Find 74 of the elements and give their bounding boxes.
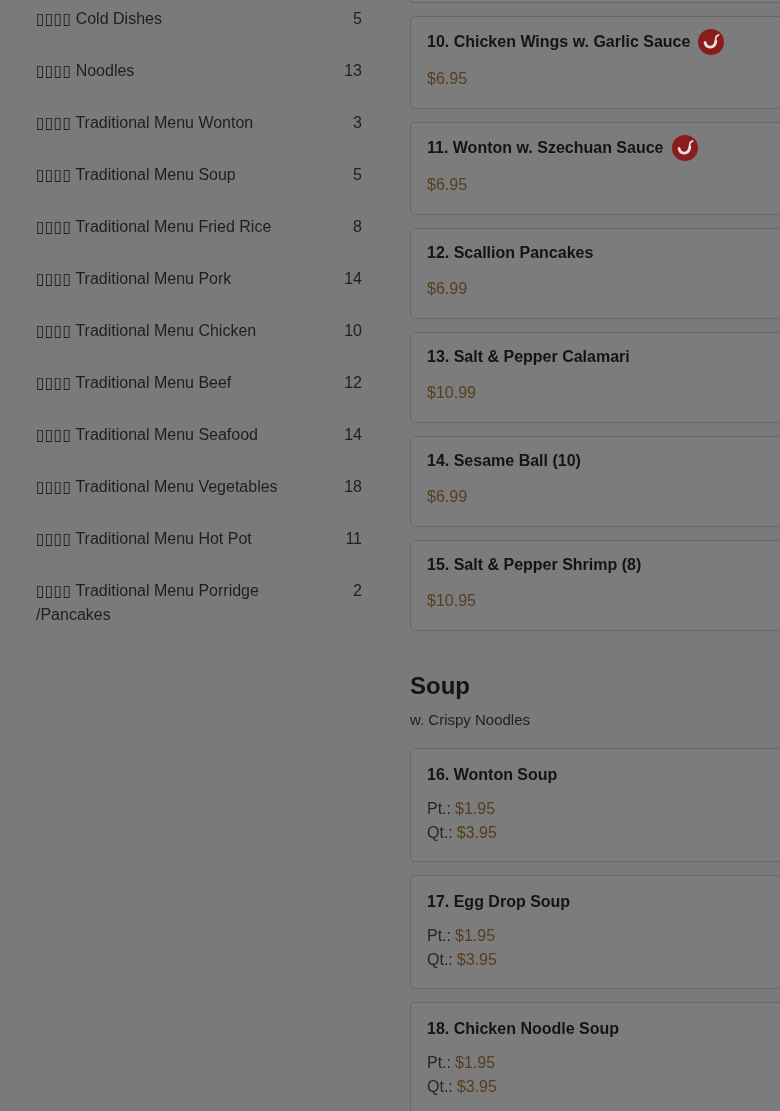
price: $10.99: [427, 383, 476, 403]
category-name: ▯▯▯▯ Traditional Menu Pork: [36, 269, 232, 289]
section-subtitle: w. Crispy Noodles: [410, 710, 531, 730]
menu-item-card[interactable]: 16. Wonton Soup Pt.: $1.95 Qt.: $3.95: [410, 748, 780, 862]
size-label: Pt.:: [427, 926, 451, 946]
menu-item-card[interactable]: 13. Salt & Pepper Calamari $10.99: [410, 332, 780, 423]
menu-item-card[interactable]: 14. Sesame Ball (10) $6.99: [410, 436, 780, 527]
category-item[interactable]: ▯▯▯▯ Cold Dishes 5: [36, 7, 362, 31]
item-title: 13. Salt & Pepper Calamari: [427, 347, 630, 367]
category-item[interactable]: ▯▯▯▯ Traditional Menu Vegetables 18: [36, 475, 362, 499]
menu-item-card[interactable]: 15. Salt & Pepper Shrimp (8) $10.95: [410, 540, 780, 631]
menu-item-card[interactable]: 11. Wonton w. Szechuan Sauce $6.95: [410, 122, 780, 215]
size-label: Qt.:: [427, 950, 453, 970]
item-title: 18. Chicken Noodle Soup: [427, 1019, 620, 1039]
price: $3.95: [456, 823, 497, 843]
item-title: 17. Egg Drop Soup: [427, 892, 571, 912]
category-item[interactable]: ▯▯▯▯ Traditional Menu Fried Rice 8: [36, 215, 362, 239]
price: $1.95: [455, 1053, 496, 1073]
size-label: Pt.:: [427, 1053, 451, 1073]
category-item[interactable]: ▯▯▯▯ Traditional Menu Beef 12: [36, 371, 362, 395]
category-name: ▯▯▯▯ Traditional Menu Beef: [36, 373, 232, 393]
price: $1.95: [455, 799, 496, 819]
item-count: 14: [344, 269, 362, 289]
price: $1.95: [455, 926, 496, 946]
item-title: 16. Wonton Soup: [427, 765, 558, 785]
price: $3.95: [456, 1077, 497, 1097]
item-title: 11. Wonton w. Szechuan Sauce: [427, 138, 664, 158]
price: $3.95: [456, 950, 497, 970]
menu-item-card[interactable]: 12. Scallion Pancakes $6.99: [410, 228, 780, 319]
category-item[interactable]: ▯▯▯▯ Noodles 13: [36, 59, 362, 83]
menu-item-card[interactable]: 18. Chicken Noodle Soup Pt.: $1.95 Qt.: $3.95: [410, 1002, 780, 1111]
category-name: ▯▯▯▯ Traditional Menu Hot Pot: [36, 529, 252, 549]
item-title: 15. Salt & Pepper Shrimp (8): [427, 555, 642, 575]
section-heading: Soup: [410, 671, 470, 701]
menu-item-card[interactable]: 10. Chicken Wings w. Garlic Sauce $6.95: [410, 16, 780, 109]
item-count: 8: [353, 217, 362, 237]
category-item[interactable]: ▯▯▯▯ Traditional Menu Seafood 14: [36, 423, 362, 447]
category-item[interactable]: ▯▯▯▯ Traditional Menu Hot Pot 11: [36, 527, 362, 551]
category-item[interactable]: ▯▯▯▯ Traditional Menu Chicken 10: [36, 319, 362, 343]
item-count: 5: [353, 9, 362, 29]
category-name: ▯▯▯▯ Traditional Menu Wonton: [36, 113, 254, 133]
category-name: ▯▯▯▯ Traditional Menu Vegetables: [36, 477, 278, 497]
category-name: ▯▯▯▯ Traditional Menu Seafood: [36, 425, 258, 445]
menu-item-card[interactable]: 17. Egg Drop Soup Pt.: $1.95 Qt.: $3.95: [410, 875, 780, 989]
price: $10.95: [427, 591, 476, 611]
item-count: 10: [344, 321, 362, 341]
item-title: 10. Chicken Wings w. Garlic Sauce: [427, 32, 691, 52]
category-name: ▯▯▯▯ Traditional Menu Soup: [36, 165, 236, 185]
category-item[interactable]: ▯▯▯▯ Traditional Menu Wonton 3: [36, 111, 362, 135]
item-count: 5: [353, 165, 362, 185]
category-item[interactable]: ▯▯▯▯ Traditional Menu Pork 14: [36, 267, 362, 291]
price: $6.99: [427, 487, 468, 507]
item-title: 14. Sesame Ball (10): [427, 451, 581, 471]
item-count: 11: [345, 529, 362, 549]
category-name: ▯▯▯▯ Traditional Menu Porridge /Pancakes: [36, 581, 260, 625]
item-title: 12. Scallion Pancakes: [427, 243, 594, 263]
price: $6.95: [427, 69, 468, 89]
category-name: ▯▯▯▯ Traditional Menu Fried Rice: [36, 217, 272, 237]
category-name: ▯▯▯▯ Traditional Menu Chicken: [36, 321, 257, 341]
category-name: ▯▯▯▯ Noodles: [36, 61, 135, 81]
price: $6.99: [427, 279, 468, 299]
price: $6.95: [427, 175, 468, 195]
item-count: 2: [353, 581, 362, 601]
item-count: 12: [344, 373, 362, 393]
category-name: ▯▯▯▯ Cold Dishes: [36, 9, 162, 29]
size-label: Qt.:: [427, 823, 453, 843]
item-count: 18: [344, 477, 362, 497]
item-count: 13: [344, 61, 362, 81]
size-label: Qt.:: [427, 1077, 453, 1097]
item-count: 14: [344, 425, 362, 445]
item-count: 3: [353, 113, 362, 133]
category-item[interactable]: ▯▯▯▯ Traditional Menu Soup 5: [36, 163, 362, 187]
size-label: Pt.:: [427, 799, 451, 819]
category-item[interactable]: ▯▯▯▯ Traditional Menu Porridge /Pancakes 2: [36, 579, 362, 627]
